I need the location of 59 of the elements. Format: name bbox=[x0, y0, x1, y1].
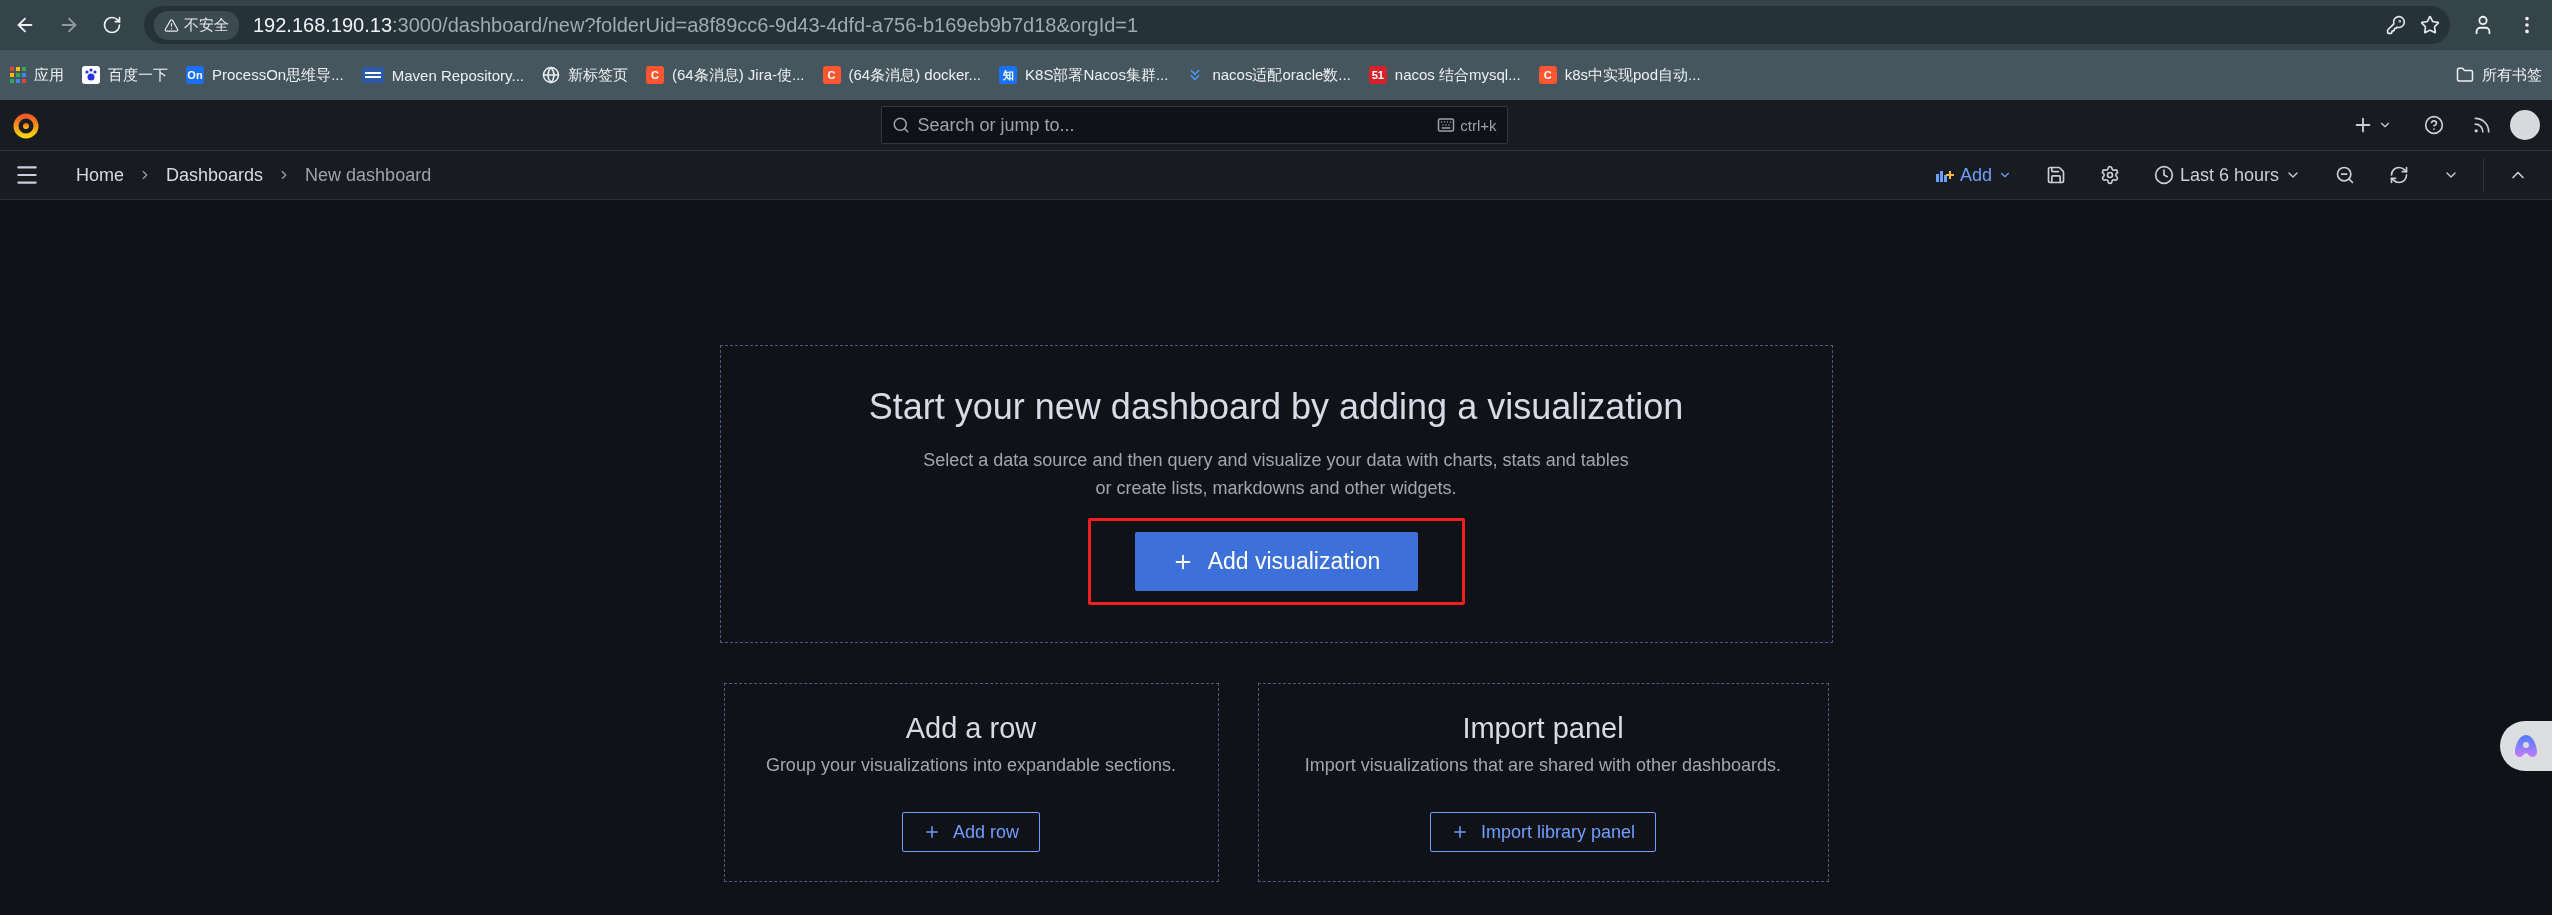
card-description: Import visualizations that are shared with other dashboards. bbox=[1304, 755, 1782, 776]
site-logo-icon: C bbox=[822, 66, 841, 84]
maven-logo-icon bbox=[361, 67, 384, 83]
bookmark-link[interactable]: 知 K8S部署Nacos集群... bbox=[999, 65, 1169, 85]
help-icon bbox=[2424, 115, 2444, 135]
bookmark-link[interactable]: Maven Repository... bbox=[361, 66, 524, 84]
site-logo-icon: C bbox=[646, 66, 664, 84]
zoom-out-icon bbox=[2335, 165, 2355, 185]
card-button[interactable]: Add row bbox=[901, 812, 1040, 852]
site-logo-icon: C bbox=[1538, 66, 1557, 84]
url-text: 192.168.190.13:3000/dashboard/new?folderUid=a8f89cc6-9d43-4dfd-a756-b169eb9b7d18&orgId=1 bbox=[253, 13, 1140, 37]
site-logo-icon: 知 bbox=[999, 66, 1018, 84]
bookmark-link[interactable]: 新标签页 bbox=[542, 65, 628, 85]
all-bookmarks-link[interactable]: 所有书签 bbox=[2456, 65, 2542, 85]
card-description: Group your visualizations into expandable sections. bbox=[765, 755, 1177, 776]
card-title: Import panel bbox=[1462, 712, 1624, 745]
apps-grid-icon bbox=[10, 67, 26, 83]
add-visualization-button[interactable]: Add visualization bbox=[1134, 532, 1418, 591]
add-button[interactable]: Add bbox=[1925, 160, 2022, 190]
settings-icon bbox=[2099, 165, 2120, 185]
rss-icon bbox=[2472, 115, 2492, 135]
warning-icon bbox=[164, 17, 179, 33]
site-logo-icon: On bbox=[186, 66, 204, 84]
bookmark-link[interactable]: 51 nacos 结合mysql... bbox=[1368, 65, 1521, 85]
card-button[interactable]: Import library panel bbox=[1429, 812, 1657, 852]
reload-icon[interactable] bbox=[102, 15, 122, 35]
bookmark-link[interactable]: C (64条消息) Jira-使... bbox=[646, 65, 805, 85]
bookmark-link[interactable]: nacos适配oracle数... bbox=[1186, 65, 1351, 85]
bookmark-link[interactable]: 应用 bbox=[10, 65, 64, 85]
folder-icon bbox=[2456, 66, 2474, 84]
bookmark-link[interactable]: On ProcessOn思维导... bbox=[186, 65, 344, 85]
refresh-icon bbox=[2389, 165, 2409, 185]
bookmark-link[interactable]: C (64条消息) docker... bbox=[822, 65, 982, 85]
breadcrumb-link[interactable]: New dashboard bbox=[305, 164, 432, 186]
grafana-logo-icon[interactable] bbox=[12, 111, 40, 139]
time-range-button[interactable]: Last 6 hours bbox=[2143, 160, 2311, 190]
address-bar[interactable]: 不安全 192.168.190.13:3000/dashboard/new?folderUid=a8f89cc6-9d43-4dfd-a756-b169eb9b7d18&orgId=1 bbox=[144, 6, 2450, 44]
assistant-logo-icon bbox=[2512, 732, 2540, 760]
security-chip[interactable]: 不安全 bbox=[154, 10, 239, 40]
breadcrumb-link[interactable]: Home bbox=[76, 164, 124, 186]
empty-title: Start your new dashboard by adding a visualization bbox=[868, 386, 1684, 428]
search-icon bbox=[891, 116, 910, 134]
bookmark-link[interactable]: 百度一下 bbox=[82, 65, 168, 85]
search-field[interactable]: Search or jump to... ctrl+k bbox=[880, 106, 1508, 144]
card-title: Add a row bbox=[905, 712, 1037, 745]
key-icon[interactable] bbox=[2386, 15, 2406, 35]
site-logo-icon: 51 bbox=[1368, 66, 1387, 84]
globe-icon bbox=[542, 66, 560, 84]
breadcrumb-link[interactable]: Dashboards bbox=[166, 164, 264, 186]
bookmark-link[interactable]: C k8s中实现pod自动... bbox=[1538, 65, 1701, 85]
keyboard-icon bbox=[1437, 116, 1456, 134]
assistant-button[interactable] bbox=[2500, 721, 2552, 771]
add-panel-icon bbox=[1935, 168, 1954, 182]
save-icon bbox=[2045, 165, 2066, 185]
clock-icon bbox=[2153, 165, 2174, 185]
star-icon[interactable] bbox=[2420, 15, 2440, 35]
paw-icon bbox=[82, 66, 100, 84]
empty-description: Select a data source and then query and visualize your data with charts, stats and tables or create lists, markdowns and other widgets. bbox=[923, 449, 1629, 500]
user-avatar[interactable] bbox=[2510, 110, 2540, 140]
